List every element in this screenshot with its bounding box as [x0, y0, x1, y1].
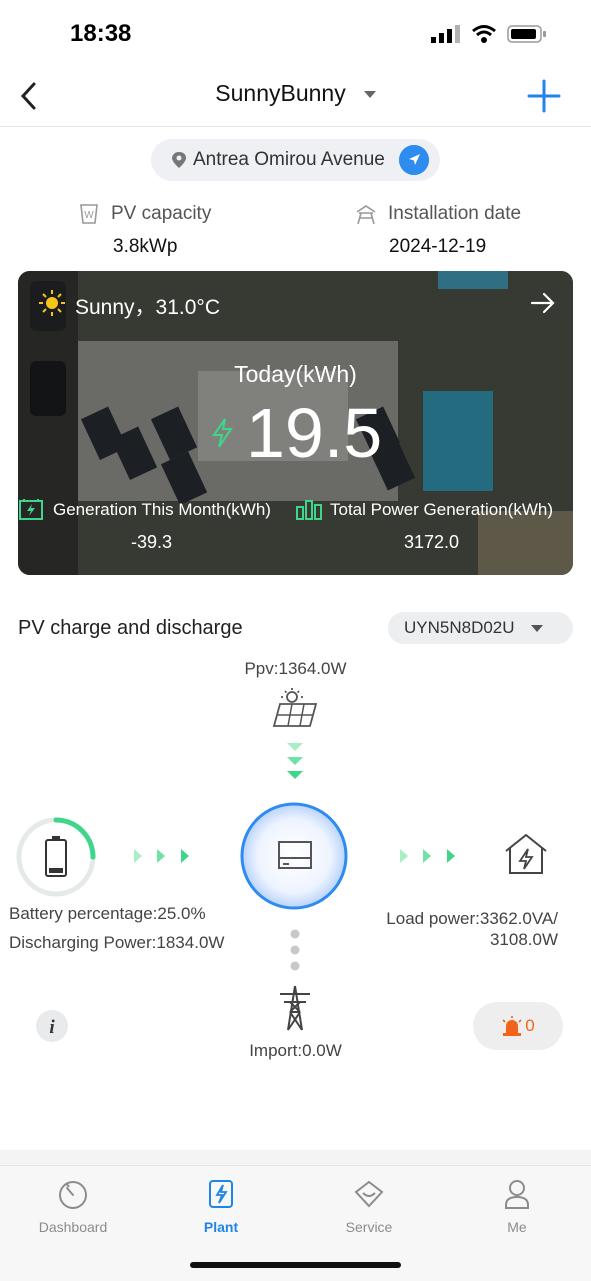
- plant-selector[interactable]: SunnyBunny: [0, 80, 591, 107]
- home-icon: [505, 833, 547, 874]
- svg-text:i: i: [49, 1017, 55, 1038]
- plant-icon: [209, 1180, 233, 1208]
- wifi-icon: [472, 25, 496, 43]
- device-id: UYN5N8D02U: [404, 618, 515, 637]
- load-flow-arrows: [400, 849, 455, 863]
- alarm-icon: [502, 1016, 522, 1036]
- gauge-icon: [59, 1181, 87, 1209]
- alarm-count: 0: [525, 1016, 535, 1035]
- alarm-button[interactable]: 0: [473, 1002, 563, 1050]
- chevron-down-icon: [530, 624, 543, 632]
- info-icon[interactable]: i: [36, 1010, 68, 1042]
- tab-service[interactable]: Service: [309, 1178, 429, 1235]
- load-power-text: Load power:3362.0VA/: [386, 909, 558, 928]
- installation-date-value: 2024-12-19: [389, 236, 487, 257]
- location-pin-icon: [172, 152, 186, 168]
- load-power-watts: 3108.0W: [489, 930, 558, 949]
- svg-text:W: W: [84, 210, 94, 221]
- battery-percentage-text: Battery percentage:25.0%: [9, 904, 206, 923]
- navigation-icon[interactable]: [399, 145, 429, 175]
- pv-capacity-label: PV capacity: [111, 203, 212, 224]
- month-value: -39.3: [131, 532, 173, 552]
- pv-flow-arrows: [287, 743, 303, 779]
- power-tower-icon: [280, 985, 310, 1031]
- installation-date-label: Installation date: [388, 203, 522, 224]
- header-divider: [0, 126, 591, 127]
- add-icon[interactable]: [526, 78, 562, 114]
- pv-capacity-icon: W: [80, 204, 98, 224]
- solar-panel-icon: [272, 688, 318, 727]
- today-label: Today(kWh): [234, 361, 357, 387]
- today-value: 19.5: [246, 394, 383, 472]
- pv-capacity-value: 3.8kWp: [113, 236, 178, 257]
- tabbar-separator: [0, 1150, 591, 1165]
- weather-text: Sunny，31.0°C: [75, 296, 220, 319]
- bar-chart-icon: [296, 500, 322, 520]
- home-indicator: [190, 1262, 401, 1268]
- ppv-text: Ppv:1364.0W: [244, 659, 347, 678]
- installation-icon: [356, 205, 376, 225]
- discharging-power-text: Discharging Power:1834.0W: [9, 933, 225, 952]
- tab-me[interactable]: Me: [457, 1178, 577, 1235]
- total-label: Total Power Generation(kWh): [330, 500, 553, 519]
- tab-me-label: Me: [507, 1219, 527, 1235]
- plant-title: SunnyBunny: [215, 80, 346, 106]
- battery-status-icon: [507, 25, 546, 43]
- status-icons: [431, 24, 547, 44]
- tab-plant-label: Plant: [203, 1219, 239, 1235]
- tab-plant[interactable]: Plant: [161, 1178, 281, 1235]
- location-text: Antrea Omirou Avenue: [193, 149, 385, 170]
- person-icon: [505, 1180, 529, 1209]
- lightning-icon: [212, 418, 233, 448]
- tab-service-label: Service: [345, 1219, 393, 1235]
- sun-icon: [39, 290, 65, 316]
- total-value: 3172.0: [404, 532, 460, 552]
- battery-generation-icon: [19, 499, 43, 520]
- battery-flow-arrows: [134, 849, 189, 863]
- month-label: Generation This Month(kWh): [53, 500, 271, 519]
- service-icon: [354, 1180, 384, 1208]
- grid-flow-dots: [290, 929, 300, 971]
- tab-dashboard-label: Dashboard: [38, 1219, 108, 1235]
- location-pill[interactable]: Antrea Omirou Avenue: [151, 139, 440, 181]
- arrow-right-icon[interactable]: [530, 291, 556, 315]
- chevron-down-icon: [363, 91, 376, 99]
- device-selector[interactable]: UYN5N8D02U: [388, 612, 573, 644]
- section-title: PV charge and discharge: [18, 617, 243, 639]
- battery-icon: [45, 836, 67, 877]
- tab-dashboard[interactable]: Dashboard: [13, 1178, 133, 1235]
- status-time: 18:38: [70, 20, 132, 47]
- signal-icon: [431, 25, 460, 43]
- battery-gauge[interactable]: [14, 815, 98, 899]
- generation-card[interactable]: Sunny，31.0°C Today(kWh) 19.5 Generation …: [18, 271, 573, 575]
- inverter-node[interactable]: [237, 801, 353, 913]
